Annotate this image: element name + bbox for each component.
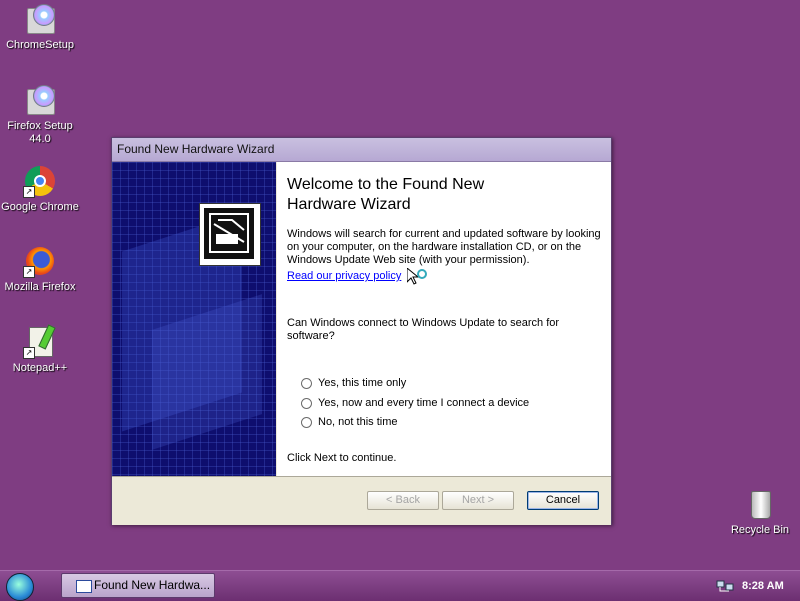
- radio-yes-every-time[interactable]: Yes, now and every time I connect a devi…: [301, 397, 529, 409]
- busy-cursor-icon: [407, 268, 427, 285]
- chrome-icon: ↗: [23, 164, 57, 198]
- cancel-button[interactable]: Cancel: [527, 491, 599, 510]
- recycle-bin-icon: [743, 487, 777, 521]
- desktop-icon-mozilla-firefox[interactable]: ↗ Mozilla Firefox: [0, 244, 80, 294]
- desktop-icon-google-chrome[interactable]: ↗ Google Chrome: [0, 164, 80, 214]
- taskbar: Found New Hardwa... 8:28 AM: [0, 570, 800, 601]
- system-clock[interactable]: 8:28 AM: [742, 571, 784, 601]
- radio-label: Yes, now and every time I connect a devi…: [318, 397, 530, 409]
- wizard-sidebar: [112, 162, 276, 476]
- taskbar-item-label: Found New Hardwa...: [94, 578, 211, 592]
- hardware-wizard-icon: [199, 203, 261, 266]
- window-icon: [76, 580, 92, 593]
- firefox-icon: ↗: [23, 244, 57, 278]
- desktop-icon-label: ChromeSetup: [6, 39, 74, 51]
- desktop-icon-label: Notepad++: [12, 362, 68, 374]
- network-icon[interactable]: [716, 577, 734, 593]
- desktop-icon-label: Google Chrome: [1, 201, 79, 213]
- desktop-icon-label: Recycle Bin: [730, 524, 790, 536]
- privacy-policy-link[interactable]: Read our privacy policy: [287, 270, 401, 282]
- desktop-icon-firefox-setup[interactable]: Firefox Setup 44.0: [0, 83, 80, 146]
- radio-yes-this-time[interactable]: Yes, this time only: [301, 377, 406, 389]
- installer-icon: [23, 2, 57, 36]
- desktop-icon-label: Firefox Setup 44.0: [7, 120, 73, 145]
- desktop-icon-chromesetup[interactable]: ChromeSetup: [0, 2, 80, 52]
- desktop-icon-label: Mozilla Firefox: [4, 281, 76, 293]
- update-question: Can Windows connect to Windows Update to…: [287, 317, 560, 342]
- installer-icon: [23, 83, 57, 117]
- radio-button[interactable]: [301, 397, 312, 409]
- window-title[interactable]: Found New Hardware Wizard: [112, 138, 611, 162]
- continue-instruction: Click Next to continue.: [287, 452, 397, 464]
- desktop-icon-recycle-bin[interactable]: Recycle Bin: [720, 487, 800, 537]
- wizard-heading: Welcome to the Found New Hardware Wizard: [287, 176, 485, 213]
- radio-label: Yes, this time only: [318, 377, 407, 389]
- wizard-button-bar: < Back Next > Cancel: [112, 476, 611, 525]
- radio-button[interactable]: [301, 416, 312, 428]
- wizard-content: Welcome to the Found New Hardware Wizard…: [277, 162, 611, 476]
- wizard-window: Found New Hardware Wizard Welcome to the…: [111, 137, 612, 525]
- radio-no-not-this-time[interactable]: No, not this time: [301, 416, 397, 428]
- wizard-description: Windows will search for current and upda…: [287, 228, 601, 266]
- start-button[interactable]: [6, 573, 34, 601]
- radio-button[interactable]: [301, 377, 312, 389]
- radio-label: No, not this time: [318, 416, 398, 428]
- notepadpp-icon: ↗: [23, 324, 57, 359]
- back-button[interactable]: < Back: [367, 491, 439, 510]
- next-button[interactable]: Next >: [442, 491, 514, 510]
- taskbar-item-hardware-wizard[interactable]: Found New Hardwa...: [61, 573, 215, 598]
- desktop-icon-notepadpp[interactable]: ↗ Notepad++: [0, 324, 80, 375]
